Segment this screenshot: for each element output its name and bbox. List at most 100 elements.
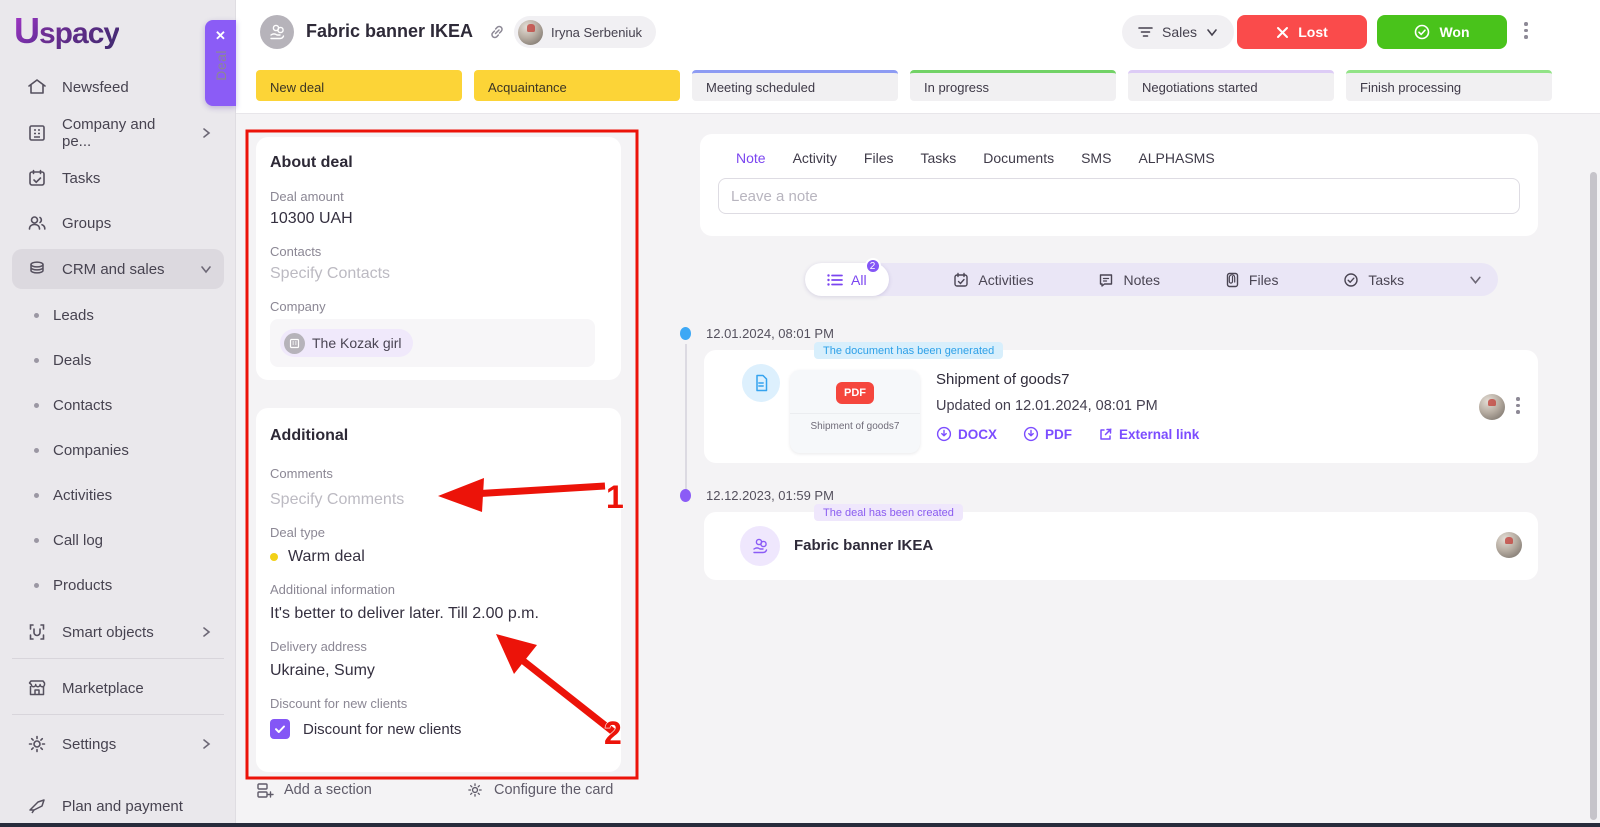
deal-type-value[interactable]: Warm deal (270, 548, 365, 566)
company-chip[interactable]: The Kozak girl (280, 329, 414, 357)
sidebar-item-smart-objects[interactable]: Smart objects (12, 612, 224, 652)
download-pdf-link[interactable]: PDF (1023, 426, 1072, 442)
stage-finish-processing[interactable]: Finish processing (1346, 70, 1552, 101)
configure-card-button[interactable]: Configure the card (466, 781, 613, 799)
field-label: Deal type (270, 525, 325, 540)
document-preview[interactable]: PDF Shipment of goods7 (790, 370, 920, 453)
groups-icon (28, 216, 46, 230)
check-circle-icon (1344, 272, 1359, 287)
stage-in-progress[interactable]: In progress (910, 70, 1116, 101)
link-label: External link (1119, 426, 1200, 442)
card-more-menu[interactable] (1516, 397, 1520, 414)
tab-tasks[interactable]: Tasks (920, 150, 956, 166)
funnel-select[interactable]: Sales (1122, 15, 1235, 49)
sidebar-item-plan-and-payment[interactable]: Plan and payment (12, 786, 224, 826)
sidebar-item-newsfeed[interactable]: Newsfeed (12, 67, 224, 107)
sidebar-item-settings[interactable]: Settings (12, 724, 224, 764)
external-link[interactable]: External link (1098, 426, 1199, 442)
filter-notes[interactable]: Notes (1098, 272, 1160, 288)
filter-files[interactable]: Files (1225, 272, 1278, 288)
sidebar-item-label: Groups (62, 214, 112, 232)
won-button[interactable]: Won (1377, 15, 1507, 49)
pipeline-stage-bar: New deal Acquaintance Meeting scheduled … (236, 64, 1600, 114)
tab-activity[interactable]: Activity (793, 150, 837, 166)
avatar (1479, 394, 1505, 420)
note-input[interactable] (718, 178, 1520, 214)
comments-placeholder[interactable]: Specify Comments (270, 491, 404, 509)
stage-acquaintance[interactable]: Acquaintance (474, 70, 680, 101)
won-label: Won (1439, 24, 1470, 40)
uspacy-logo[interactable]: Uspacy (14, 10, 120, 52)
filter-activities[interactable]: Activities (953, 272, 1034, 288)
sidebar-subitem-label: Contacts (53, 396, 113, 414)
contacts-placeholder[interactable]: Specify Contacts (270, 265, 390, 283)
sidebar-item-activities[interactable]: Activities (12, 478, 224, 512)
owner-chip[interactable]: Iryna Serbeniuk (514, 16, 657, 48)
bullet-icon (34, 582, 39, 588)
document-icon (742, 364, 780, 402)
sidebar-item-contacts[interactable]: Contacts (12, 388, 224, 422)
stage-label: Meeting scheduled (706, 79, 816, 95)
filter-all-label: All (851, 271, 867, 288)
sidebar-subitem-label: Deals (53, 351, 92, 369)
add-section-button[interactable]: Add a section (256, 781, 372, 799)
scrollbar-thumb[interactable] (1590, 172, 1597, 820)
discount-checkbox[interactable] (270, 719, 290, 739)
chevron-right-icon (200, 626, 212, 638)
add-section-icon (257, 783, 274, 798)
gear-icon (468, 783, 482, 797)
sidebar-item-groups[interactable]: Groups (12, 203, 224, 243)
tab-note[interactable]: Note (736, 150, 766, 166)
tab-alphasms[interactable]: ALPHASMS (1138, 150, 1214, 166)
close-icon[interactable]: ✕ (215, 28, 226, 44)
document-title[interactable]: Shipment of goods7 (936, 371, 1069, 388)
note-panel: Note Activity Files Tasks Documents SMS … (700, 134, 1538, 236)
tab-files[interactable]: Files (864, 150, 894, 166)
sidebar-item-deals[interactable]: Deals (12, 343, 224, 377)
filter-tasks[interactable]: Tasks (1343, 272, 1404, 288)
sidebar-item-companies[interactable]: Companies (12, 433, 224, 467)
deal-side-tab[interactable]: ✕ Deal (205, 20, 236, 106)
download-icon (936, 426, 952, 442)
sidebar-item-products[interactable]: Products (12, 568, 224, 602)
section-title: About deal (270, 154, 353, 171)
sidebar-item-leads[interactable]: Leads (12, 298, 224, 332)
timeline-date: 12.12.2023, 01:59 PM (706, 488, 834, 503)
sidebar-item-call-log[interactable]: Call log (12, 523, 224, 557)
field-label: Deal amount (270, 189, 344, 204)
filter-expand-chevron-icon[interactable] (1469, 273, 1482, 286)
home-icon (28, 79, 46, 94)
gear-icon (28, 735, 46, 753)
calendar-check-icon (954, 272, 969, 287)
stage-label: Negotiations started (1142, 79, 1258, 95)
stage-label: New deal (270, 79, 325, 95)
additional-info-value[interactable]: It's better to deliver later. Till 2.00 … (270, 605, 539, 623)
marketplace-icon (28, 680, 46, 696)
timeline-dot-blue (680, 327, 691, 340)
sidebar-item-marketplace[interactable]: Marketplace (12, 668, 224, 708)
delivery-address-value[interactable]: Ukraine, Sumy (270, 662, 375, 680)
lost-button[interactable]: Lost (1237, 15, 1367, 49)
company-name: The Kozak girl (312, 335, 402, 351)
filter-all-pill[interactable]: All 2 (805, 258, 889, 296)
tab-documents[interactable]: Documents (983, 150, 1054, 166)
additional-card: Additional Comments Specify Comments Dea… (256, 408, 621, 772)
deal-amount-value[interactable]: 10300 UAH (270, 210, 353, 228)
stage-new-deal[interactable]: New deal (256, 70, 462, 101)
stage-negotiations-started[interactable]: Negotiations started (1128, 70, 1334, 101)
timeline-event-tag: The deal has been created (814, 504, 963, 521)
download-docx-link[interactable]: DOCX (936, 426, 997, 442)
field-label: Delivery address (270, 639, 367, 654)
copy-link-icon[interactable] (488, 23, 506, 46)
header-more-menu[interactable] (1524, 22, 1528, 39)
sidebar-item-company-and-people[interactable]: Company and pe... (12, 113, 224, 153)
timeline-date: 12.01.2024, 08:01 PM (706, 326, 834, 341)
stage-meeting-scheduled[interactable]: Meeting scheduled (692, 70, 898, 101)
logo-u: U (14, 10, 40, 51)
section-title: Additional (270, 427, 349, 444)
sidebar-item-crm-and-sales[interactable]: CRM and sales (12, 249, 224, 289)
company-field[interactable]: The Kozak girl (270, 319, 595, 367)
deal-created-title[interactable]: Fabric banner IKEA (794, 537, 933, 554)
tab-sms[interactable]: SMS (1081, 150, 1111, 166)
sidebar-item-tasks[interactable]: Tasks (12, 158, 224, 198)
